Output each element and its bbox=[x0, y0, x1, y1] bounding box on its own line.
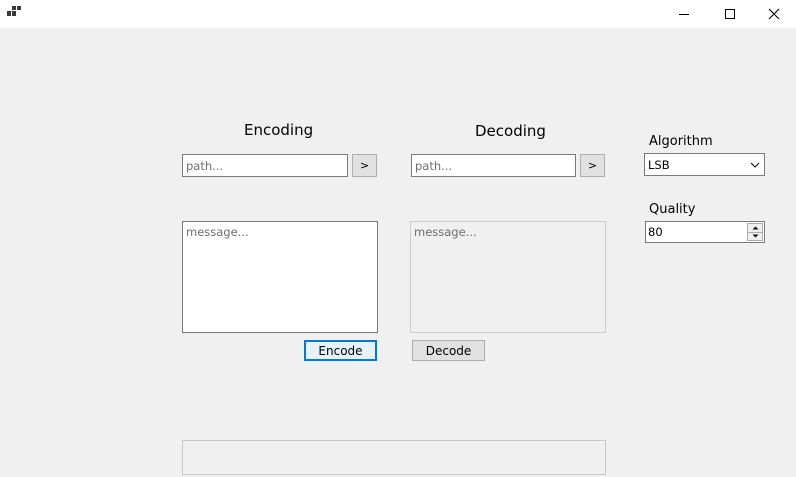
quality-increment-button[interactable] bbox=[747, 223, 763, 233]
maximize-icon bbox=[725, 9, 735, 19]
maximize-button[interactable] bbox=[707, 0, 753, 28]
algorithm-label: Algorithm bbox=[649, 134, 713, 149]
app-icon[interactable] bbox=[7, 5, 21, 19]
decoding-browse-button[interactable]: > bbox=[580, 154, 605, 177]
chevron-down-icon[interactable] bbox=[746, 154, 764, 175]
quality-spinner bbox=[747, 223, 763, 241]
encode-button[interactable]: Encode bbox=[304, 340, 377, 361]
encoding-browse-button[interactable]: > bbox=[352, 154, 377, 177]
quality-stepper[interactable]: 80 bbox=[645, 221, 765, 243]
decode-button[interactable]: Decode bbox=[412, 340, 485, 361]
encoding-heading: Encoding bbox=[244, 121, 314, 139]
algorithm-value: LSB bbox=[648, 157, 670, 172]
minimize-button[interactable] bbox=[661, 0, 707, 28]
algorithm-select[interactable]: LSB bbox=[644, 153, 765, 176]
close-button[interactable] bbox=[751, 0, 796, 28]
quality-value[interactable]: 80 bbox=[646, 222, 747, 242]
chevron-down-icon bbox=[752, 234, 758, 238]
chevron-up-icon bbox=[752, 226, 758, 230]
decoding-heading: Decoding bbox=[475, 122, 546, 140]
minimize-icon bbox=[679, 14, 689, 15]
decoding-path-input[interactable] bbox=[411, 154, 576, 177]
title-bar bbox=[0, 0, 796, 28]
close-icon bbox=[768, 8, 780, 20]
decoding-message-output[interactable] bbox=[410, 221, 606, 333]
quality-label: Quality bbox=[649, 202, 696, 217]
encoding-message-input[interactable] bbox=[182, 221, 378, 333]
status-panel bbox=[182, 440, 606, 475]
quality-decrement-button[interactable] bbox=[747, 232, 763, 241]
encoding-path-input[interactable] bbox=[182, 154, 348, 177]
